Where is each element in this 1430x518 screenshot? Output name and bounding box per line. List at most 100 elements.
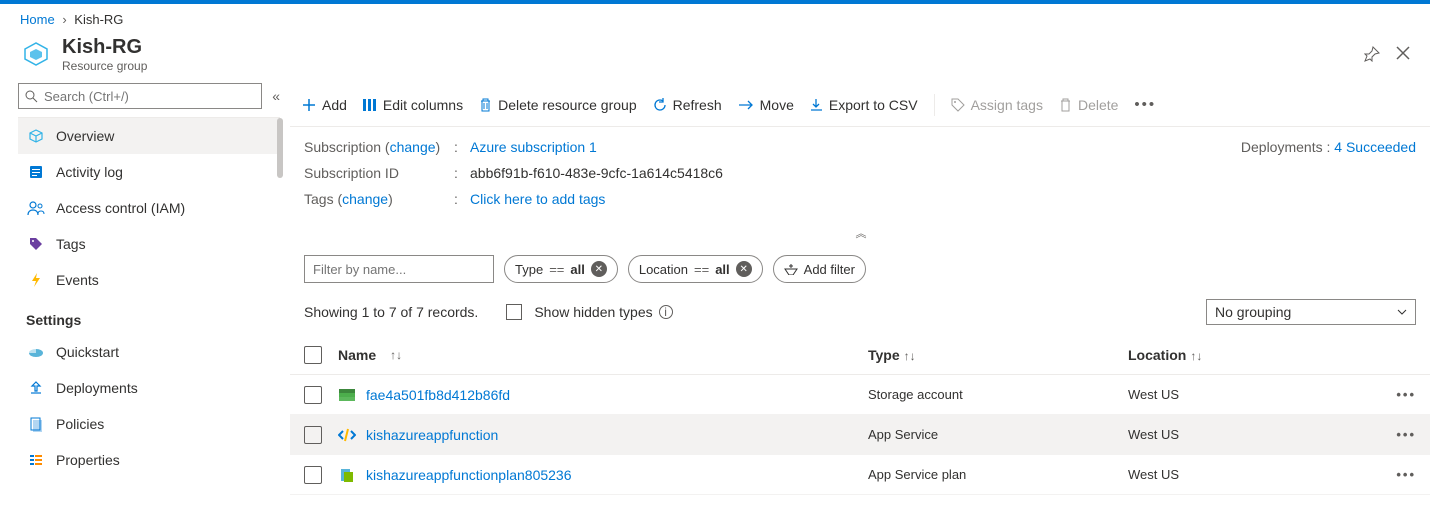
scrollbar[interactable] [277,118,283,178]
sidebar-item-label: Overview [56,128,114,144]
sidebar: « Overview Activity log Access contro [0,83,290,495]
filter-bar: Type == all ✕ Location == all ✕ Add filt… [290,249,1430,289]
cube-icon [26,126,46,146]
show-hidden-checkbox[interactable] [506,304,522,320]
resource-table: Name↑↓ Type↑↓ Location↑↓ fae4a501fb8d412… [290,335,1430,495]
sidebar-item-tags[interactable]: Tags [18,226,280,262]
filter-type-label: Type [515,262,543,277]
quickstart-icon [26,342,46,362]
tags-key: Tags (change) [304,191,454,207]
filter-pill-type[interactable]: Type == all ✕ [504,255,618,283]
assign-tags-button[interactable]: Assign tags [951,97,1043,113]
edit-columns-label: Edit columns [383,97,463,113]
close-icon[interactable] [1396,46,1410,62]
info-icon[interactable]: i [659,305,673,319]
tag-icon [951,98,965,112]
trash-icon [1059,98,1072,112]
sidebar-item-deployments[interactable]: Deployments [18,370,280,406]
content-pane: Add Edit columns Delete resource group R… [290,83,1430,495]
col-header-name[interactable]: Name↑↓ [338,347,868,363]
select-all-checkbox[interactable] [304,346,322,364]
subscription-id-value: abb6f91b-f610-483e-9cfc-1a614c5418c6 [470,165,723,181]
table-header: Name↑↓ Type↑↓ Location↑↓ [290,335,1430,375]
row-checkbox[interactable] [304,386,322,404]
deployments-value[interactable]: 4 Succeeded [1334,139,1416,155]
clear-filter-icon[interactable]: ✕ [736,261,752,277]
sidebar-item-label: Deployments [56,380,138,396]
sidebar-item-access-control[interactable]: Access control (IAM) [18,190,280,226]
change-tags-link[interactable]: change [342,191,388,207]
sidebar-item-overview[interactable]: Overview [18,118,280,154]
tags-value[interactable]: Click here to add tags [470,191,605,207]
arrow-right-icon [738,99,754,111]
edit-columns-button[interactable]: Edit columns [363,97,463,113]
more-commands-button[interactable]: ••• [1134,96,1156,113]
sidebar-item-label: Access control (IAM) [56,200,185,216]
grouping-select[interactable]: No grouping [1206,299,1416,325]
collapse-essentials-icon[interactable]: ︽ [290,223,1430,249]
move-button[interactable]: Move [738,97,794,113]
row-more-button[interactable]: ••• [1376,427,1416,442]
table-row[interactable]: kishazureappfunction App Service West US… [290,415,1430,455]
subscription-value[interactable]: Azure subscription 1 [470,139,597,155]
export-csv-button[interactable]: Export to CSV [810,97,918,113]
command-bar: Add Edit columns Delete resource group R… [290,83,1430,127]
sidebar-search[interactable] [18,83,262,109]
record-count: Showing 1 to 7 of 7 records. [304,304,478,320]
columns-icon [363,99,377,111]
change-subscription-link[interactable]: change [390,139,436,155]
sort-icon: ↑↓ [390,348,402,362]
download-icon [810,98,823,112]
sidebar-item-activity-log[interactable]: Activity log [18,154,280,190]
assign-tags-label: Assign tags [971,97,1043,113]
sidebar-item-events[interactable]: Events [18,262,280,298]
sidebar-item-label: Tags [56,236,86,252]
filter-location-value: all [715,262,729,277]
filter-icon [784,263,798,275]
add-label: Add [322,97,347,113]
upload-icon [26,378,46,398]
delete-rg-button[interactable]: Delete resource group [479,97,637,113]
sort-icon: ↑↓ [904,349,916,363]
delete-button[interactable]: Delete [1059,97,1118,113]
filter-pill-location[interactable]: Location == all ✕ [628,255,763,283]
row-checkbox[interactable] [304,426,322,444]
resource-location: West US [1128,427,1376,442]
resource-type: Storage account [868,387,1128,402]
row-more-button[interactable]: ••• [1376,387,1416,402]
refresh-label: Refresh [673,97,722,113]
add-button[interactable]: Add [302,97,347,113]
sidebar-search-input[interactable] [44,89,255,104]
col-header-location[interactable]: Location↑↓ [1128,347,1376,363]
table-row[interactable]: kishazureappfunctionplan805236 App Servi… [290,455,1430,495]
resource-name-link[interactable]: kishazureappfunction [366,427,498,443]
lightning-icon [26,270,46,290]
pin-icon[interactable] [1364,46,1380,62]
resource-type: App Service plan [868,467,1128,482]
filter-name-input[interactable] [304,255,494,283]
ellipsis-icon: ••• [1134,96,1156,113]
tag-icon [26,234,46,254]
search-icon [25,90,38,103]
resource-name-link[interactable]: kishazureappfunctionplan805236 [366,467,572,483]
move-label: Move [760,97,794,113]
resource-name-link[interactable]: fae4a501fb8d412b86fd [366,387,510,403]
deployments-key: Deployments [1241,139,1323,155]
resource-location: West US [1128,467,1376,482]
sidebar-item-policies[interactable]: Policies [18,406,280,442]
page-subtitle: Resource group [62,59,147,73]
add-filter-label: Add filter [804,262,855,277]
delete-label: Delete [1078,97,1118,113]
table-row[interactable]: fae4a501fb8d412b86fd Storage account Wes… [290,375,1430,415]
sidebar-item-quickstart[interactable]: Quickstart [18,334,280,370]
row-more-button[interactable]: ••• [1376,467,1416,482]
clear-filter-icon[interactable]: ✕ [591,261,607,277]
col-header-type[interactable]: Type↑↓ [868,347,1128,363]
sidebar-item-properties[interactable]: Properties [18,442,280,478]
collapse-sidebar-icon[interactable]: « [272,88,280,104]
breadcrumb-home[interactable]: Home [20,12,55,27]
row-checkbox[interactable] [304,466,322,484]
refresh-button[interactable]: Refresh [653,97,722,113]
subscription-key: Subscription (change) [304,139,454,155]
add-filter-button[interactable]: Add filter [773,255,866,283]
